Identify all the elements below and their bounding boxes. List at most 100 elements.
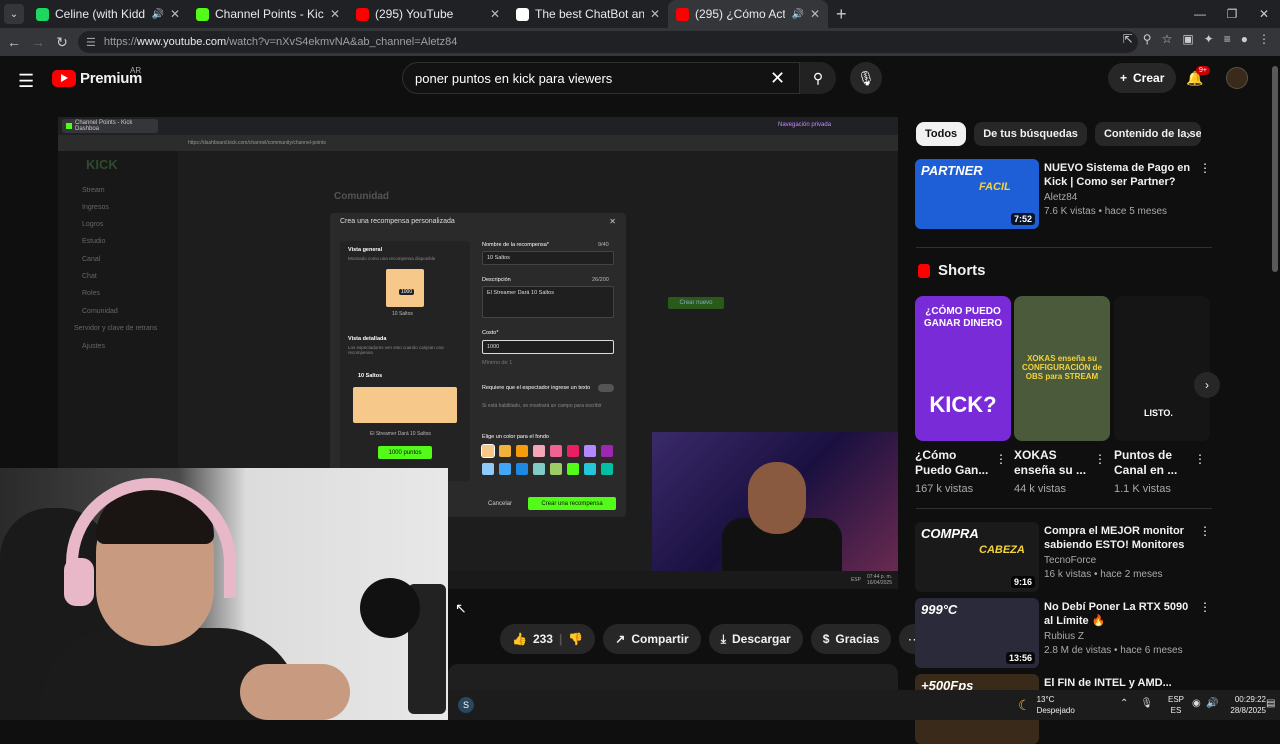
short-title[interactable]: Puntos de Canal en ... [1114, 448, 1192, 478]
close-window-button[interactable]: ✕ [1248, 0, 1280, 28]
video-thumbnail[interactable]: 999°C 13:56 [915, 598, 1039, 668]
search-button[interactable]: ⚲ [800, 62, 836, 94]
volume-icon[interactable]: 🔊 [1206, 698, 1218, 709]
reload-icon[interactable]: ↻ [50, 34, 74, 51]
points-label: 1000 puntos [388, 449, 422, 456]
back-icon[interactable]: ← [2, 34, 26, 50]
filter-chip[interactable]: Todos [916, 122, 967, 146]
menu-icon[interactable]: ☰ [18, 71, 34, 92]
tab-audio-icon[interactable]: 🔊 [791, 9, 803, 20]
browser-menu-icon[interactable]: ⋮ [1258, 32, 1270, 46]
video-title[interactable]: NUEVO Sistema de Pago en Kick | Como ser… [1044, 161, 1194, 189]
color-picker-label: Elige un color para el fondo [482, 434, 549, 440]
shorts-next-button[interactable]: › [1194, 372, 1220, 398]
tab-audio-icon[interactable]: 🔊 [151, 9, 163, 20]
minimize-button[interactable]: — [1184, 0, 1216, 28]
short-views: 1.1 K vistas [1114, 483, 1171, 495]
site-info-icon[interactable]: ☰ [86, 36, 96, 49]
bookmark-star-icon[interactable]: ☆ [1162, 32, 1173, 46]
chevron-right-icon[interactable]: › [1186, 126, 1191, 142]
more-vertical-icon[interactable]: ⋮ [1199, 600, 1211, 614]
url-bar[interactable]: ☰ https://www.youtube.com/watch?v=nXvS4e… [78, 31, 1138, 53]
filter-chip[interactable]: De tus búsquedas [974, 122, 1087, 146]
short-thumbnail-subtext: KICK? [929, 392, 997, 417]
account-avatar[interactable] [1226, 67, 1248, 89]
recommendation-card[interactable]: PARTNER FACIL 7:52 NUEVO Sistema de Pago en… [915, 159, 1215, 229]
steam-icon[interactable]: S [458, 697, 474, 713]
video-title[interactable]: Compra el MEJOR monitor sabiendo ESTO! M… [1044, 524, 1194, 552]
short-thumbnail[interactable]: XOKAS enseña su CONFIGURACIÓN de OBS par… [1014, 296, 1110, 441]
voice-search-button[interactable]: 🎙 [850, 62, 882, 94]
browser-tab[interactable]: Channel Points - Kick Dashboa ✕ [188, 0, 348, 28]
video-duration: 13:56 [1005, 652, 1035, 664]
tab-favicon-icon [36, 7, 49, 21]
download-button[interactable]: ⤓ Descargar [708, 624, 803, 654]
browser-tab[interactable]: (295) YouTube ✕ [348, 0, 508, 28]
scrollbar-thumb[interactable] [1272, 66, 1278, 272]
browser-tab[interactable]: The best ChatBot and Widgets ✕ [508, 0, 668, 28]
like-button[interactable]: 👍 233 | 👎 [500, 624, 596, 654]
reward-cost-label: Costo* [482, 330, 499, 336]
reading-list-icon[interactable]: ▣ [1182, 32, 1193, 46]
browser-tab[interactable]: (295) ¿Cómo Activar los Pu 🔊 ✕ [668, 0, 828, 28]
new-tab-button[interactable]: + [836, 4, 847, 25]
tab-close-icon[interactable]: ✕ [330, 7, 340, 21]
more-vertical-icon[interactable]: ⋮ [1199, 161, 1211, 175]
thumbs-down-icon[interactable]: 👎 [568, 632, 583, 646]
thanks-button[interactable]: $ Gracias [810, 624, 892, 654]
video-title[interactable]: No Debí Poner La RTX 5090 al Límite 🔥 [1044, 600, 1194, 628]
youtube-play-icon [52, 70, 76, 87]
color-swatch [550, 445, 562, 457]
search-input[interactable]: poner puntos en kick para viewers [402, 62, 800, 94]
weather-widget[interactable]: ☾ 13°C Despejado [1018, 694, 1075, 716]
cast-icon[interactable]: ⇱ [1123, 32, 1133, 46]
channel-name[interactable]: Rubius Z [1044, 631, 1084, 642]
reward-name-field: 10 Saltos [482, 251, 614, 265]
video-thumbnail[interactable]: COMPRA CABEZA 9:16 [915, 522, 1039, 592]
channel-name[interactable]: Aletz84 [1044, 192, 1077, 203]
reward-cost-field: 1000 [482, 340, 614, 354]
extensions-icon[interactable]: ✦ [1204, 32, 1214, 46]
channel-name[interactable]: TecnoForce [1044, 555, 1096, 566]
short-thumbnail[interactable]: LISTO. [1114, 296, 1210, 441]
create-button[interactable]: + Crear [1108, 63, 1177, 93]
more-vertical-icon[interactable]: ⋮ [1094, 452, 1106, 466]
video-meta: 7.6 K vistas • hace 5 meses [1044, 206, 1168, 217]
weather-desc: Despejado [1036, 706, 1075, 715]
share-button[interactable]: ↗ Compartir [603, 624, 701, 654]
recommendation-card[interactable]: COMPRA CABEZA 9:16 Compra el MEJOR monitor … [915, 522, 1215, 592]
youtube-logo[interactable]: Premium AR [52, 66, 142, 87]
forward-icon[interactable]: → [26, 34, 50, 50]
zoom-icon[interactable]: ⚲ [1143, 32, 1152, 46]
more-vertical-icon[interactable]: ⋮ [995, 452, 1007, 466]
tray-chevron-up-icon[interactable]: ⌃ [1120, 698, 1128, 709]
profile-icon[interactable]: ● [1241, 32, 1248, 46]
short-title[interactable]: XOKAS enseña su ... [1014, 448, 1092, 478]
tab-close-icon[interactable]: ✕ [170, 7, 180, 21]
tab-close-icon[interactable]: ✕ [810, 7, 820, 21]
short-thumbnail-text: ¿CÓMO PUEDO GANAR DINERO [923, 306, 1003, 329]
short-title[interactable]: ¿Cómo Puedo Gan... [915, 448, 993, 478]
browser-tab[interactable]: Celine (with Kidd Keo) • Gh 🔊 ✕ [28, 0, 188, 28]
color-swatch [499, 463, 511, 475]
short-thumbnail[interactable]: ¿CÓMO PUEDO GANAR DINERO KICK? [915, 296, 1011, 441]
reward-detail-tile [353, 387, 457, 423]
notification-center-icon[interactable]: ▤ [1266, 698, 1275, 709]
color-swatch [567, 445, 579, 457]
more-vertical-icon[interactable]: ⋮ [1199, 524, 1211, 538]
page-scrollbar[interactable] [1270, 56, 1280, 690]
maximize-button[interactable]: ❐ [1216, 0, 1248, 28]
recommendation-card[interactable]: 999°C 13:56 No Debí Poner La RTX 5090 al L… [915, 598, 1215, 668]
tab-search-button[interactable]: ⌄ [4, 4, 24, 24]
language-indicator[interactable]: ESP ES [1168, 694, 1184, 716]
clear-search-icon[interactable]: ✕ [770, 68, 785, 89]
tab-close-icon[interactable]: ✕ [490, 7, 500, 21]
network-icon[interactable]: ◉ [1192, 698, 1201, 709]
video-thumbnail[interactable]: PARTNER FACIL 7:52 [915, 159, 1039, 229]
tab-favicon-icon [356, 7, 369, 21]
tray-mic-icon[interactable]: 🎙 [1140, 698, 1153, 709]
more-vertical-icon[interactable]: ⋮ [1194, 452, 1206, 466]
taskbar-clock[interactable]: 00:29:22 28/8/2025 [1220, 694, 1266, 716]
tab-close-icon[interactable]: ✕ [650, 7, 660, 21]
media-icon[interactable]: ≡ [1224, 32, 1231, 46]
